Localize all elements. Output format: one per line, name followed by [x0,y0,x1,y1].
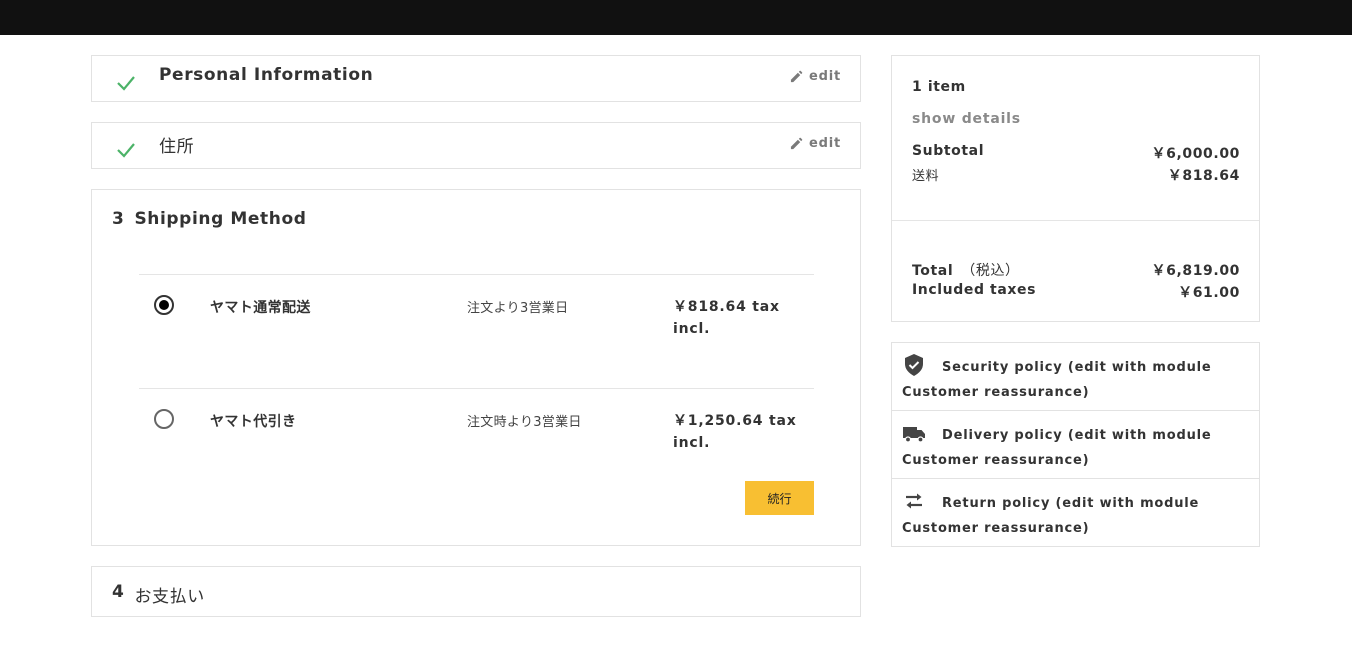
total-line: Total （税込） ￥6,819.00 [912,260,1240,280]
carrier-radio[interactable] [154,409,174,429]
subtotal-value: ￥6,000.00 [1151,146,1240,162]
taxes-value: ￥61.00 [1178,285,1240,301]
step-title: Personal Information [159,65,374,85]
step-number: 3 [112,209,125,229]
carrier-delay: 注文時より3営業日 [467,415,582,430]
checkmark-icon [117,76,135,91]
shipping-value: ￥818.64 [1167,168,1240,184]
step-title: Shipping Method [134,209,307,229]
step-heading: 3 Shipping Method [112,209,307,229]
step-title: お支払い [134,587,205,607]
total-label-text: Total [912,263,954,279]
cart-items-count: 1 item [912,79,966,95]
edit-label: edit [809,69,841,84]
pencil-icon [790,137,803,150]
subtotal-label: Subtotal [912,143,985,159]
shipping-line: 送料 ￥818.64 [912,165,1240,185]
step-number: 4 [112,582,125,602]
carrier-price: ￥818.64 tax incl. [673,299,780,337]
carrier-name: ヤマト通常配送 [210,300,311,316]
continue-button[interactable]: 続行 [745,481,814,515]
taxes-label: Included taxes [912,282,1037,298]
shipping-label: 送料 [912,169,940,184]
taxes-line: Included taxes ￥61.00 [912,282,1240,302]
edit-label: edit [809,136,841,151]
carrier-radio[interactable] [154,295,174,315]
reassurance-delivery: Delivery policy (edit with module Custom… [892,411,1259,479]
carrier-option-yamato-cod[interactable]: ヤマト代引き 注文時より3営業日 ￥1,250.64 tax incl. [139,388,814,502]
subtotal-line: Subtotal ￥6,000.00 [912,143,1240,163]
reassurance-text: Security policy (edit with module Custom… [902,360,1212,400]
summary-divider [892,220,1259,221]
step-payment[interactable]: 4 お支払い [91,566,861,617]
step-title: 住所 [159,137,195,157]
cart-summary: 1 item show details Subtotal ￥6,000.00 送… [891,55,1260,322]
reassurance-text: Return policy (edit with module Customer… [902,496,1200,536]
total-label: Total （税込） [912,260,1020,280]
pencil-icon [790,70,803,83]
reassurance-text: Delivery policy (edit with module Custom… [902,428,1212,468]
checkmark-icon [117,143,135,158]
reassurance-block: Security policy (edit with module Custom… [891,342,1260,547]
show-details-link[interactable]: show details [912,111,1021,127]
edit-personal-information-link[interactable]: edit [790,69,841,84]
total-tax-note: （税込） [961,263,1020,279]
carrier-delay: 注文より3営業日 [467,301,569,316]
edit-address-link[interactable]: edit [790,136,841,151]
reassurance-return: Return policy (edit with module Customer… [892,479,1259,547]
step-shipping-method: 3 Shipping Method ヤマト通常配送 注文より3営業日 ￥818.… [91,189,861,546]
carrier-price: ￥1,250.64 tax incl. [673,413,797,451]
carrier-name: ヤマト代引き [210,414,297,430]
carrier-option-yamato-standard[interactable]: ヤマト通常配送 注文より3営業日 ￥818.64 tax incl. [139,274,814,388]
reassurance-security: Security policy (edit with module Custom… [892,343,1259,411]
step-address: 住所 edit [91,122,861,169]
header-bar [0,0,1352,35]
total-value: ￥6,819.00 [1151,263,1240,279]
step-personal-information: Personal Information edit [91,55,861,102]
step-heading: 4 お支払い [112,582,205,607]
